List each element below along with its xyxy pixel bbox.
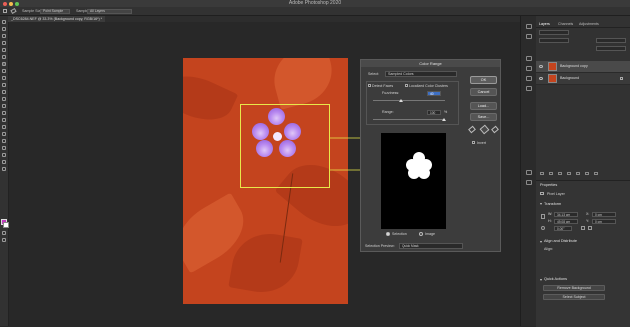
select-dropdown[interactable]: Sampled Colors — [385, 71, 457, 77]
select-subject-button[interactable]: Select Subject — [543, 294, 605, 300]
lock-icon — [620, 77, 623, 80]
color-range-dialog: Color Range Select: Sampled Colors Detec… — [360, 59, 501, 252]
y-label: Y: — [586, 219, 590, 223]
transform-heading[interactable]: Transform — [544, 202, 561, 207]
invert-label: Invert — [477, 140, 486, 145]
layer-thumbnail — [548, 74, 557, 83]
layer-name: Background copy — [560, 64, 588, 68]
layer-thumbnail — [548, 62, 557, 71]
select-dropdown-value: Sampled Colors — [388, 72, 414, 76]
brushes-panel-icon[interactable] — [526, 34, 532, 39]
link-proportions-icon[interactable] — [541, 214, 545, 219]
add-mask-icon[interactable] — [558, 172, 562, 175]
selection-preview[interactable] — [381, 133, 446, 229]
chevron-down-icon[interactable] — [540, 278, 542, 281]
selection-preview-label: Selection Preview: — [365, 244, 395, 248]
layer-actions-bar — [540, 172, 626, 176]
properties-title: Properties — [540, 183, 558, 187]
trash-icon[interactable] — [594, 172, 598, 175]
tab-layers[interactable]: Layers — [539, 21, 550, 27]
adjustment-layer-icon[interactable] — [567, 172, 571, 175]
link-layers-icon[interactable] — [540, 172, 544, 175]
save-button[interactable]: Save... — [470, 113, 497, 121]
layer-row[interactable]: Background — [536, 73, 630, 85]
pixel-layer-label: Pixel Layer — [547, 192, 565, 196]
properties-panel-icon[interactable] — [526, 170, 532, 175]
detect-faces-checkbox[interactable] — [368, 84, 371, 87]
w-label: W: — [548, 212, 553, 216]
x-field[interactable]: 0 cm — [592, 211, 616, 217]
dialog-title: Color Range — [361, 60, 500, 67]
layer-name: Background — [560, 76, 580, 80]
color-panel-icon[interactable] — [526, 56, 532, 61]
visibility-eye-icon[interactable] — [539, 65, 543, 68]
preview-flower-mask — [406, 152, 432, 179]
cancel-button[interactable]: Cancel — [470, 88, 497, 96]
fuzziness-input[interactable]: 40 — [427, 90, 441, 96]
height-field[interactable]: 49.08 cm — [554, 218, 578, 224]
swatches-panel-icon[interactable] — [526, 66, 532, 71]
chevron-down-icon[interactable] — [540, 240, 542, 243]
ok-button[interactable]: OK — [470, 76, 497, 84]
selection-preview-dropdown[interactable]: Quick Mask — [399, 243, 463, 249]
align-label: Align: — [544, 247, 553, 251]
chevron-down-icon[interactable] — [540, 203, 542, 205]
flip-horizontal-icon[interactable] — [581, 226, 585, 230]
y-field[interactable]: 0 cm — [592, 218, 616, 224]
image-radio[interactable] — [419, 232, 423, 236]
width-field[interactable]: 34.13 cm — [554, 211, 578, 217]
tab-adjustments[interactable]: Adjustments — [579, 21, 599, 27]
range-unit: % — [444, 110, 448, 114]
fill-field[interactable] — [596, 46, 626, 51]
eyedropper-plus-icon[interactable] — [479, 124, 490, 135]
flip-vertical-icon[interactable] — [588, 226, 592, 230]
adjustments-panel-icon[interactable] — [526, 180, 532, 185]
range-slider-handle[interactable] — [442, 118, 446, 121]
layer-row[interactable]: Background copy — [536, 61, 630, 73]
new-layer-icon[interactable] — [585, 172, 589, 175]
align-distribute-heading[interactable]: Align and Distribute — [544, 239, 577, 244]
quick-actions-heading[interactable]: Quick Actions — [544, 277, 567, 282]
paragraph-panel-icon[interactable] — [526, 86, 532, 91]
selection-preview-dropdown-value: Quick Mask — [402, 244, 419, 248]
eyedropper-icon[interactable] — [468, 125, 476, 134]
layer-style-icon[interactable] — [549, 172, 553, 175]
rotate-icon — [541, 226, 545, 230]
visibility-eye-icon[interactable] — [539, 77, 543, 80]
range-input[interactable]: 100 — [427, 109, 441, 115]
opacity-field[interactable] — [596, 38, 626, 43]
pixel-layer-icon — [540, 192, 544, 195]
localized-clusters-label: Localized Color Clusters — [409, 83, 448, 88]
selection-radio-label: Selection — [392, 232, 407, 236]
blend-mode-dropdown[interactable] — [539, 38, 569, 43]
libraries-panel-icon[interactable] — [526, 76, 532, 81]
eyedropper-minus-icon[interactable] — [491, 125, 499, 134]
tab-channels[interactable]: Channels — [558, 21, 573, 27]
h-label: H: — [548, 219, 552, 223]
range-slider-track[interactable] — [373, 119, 445, 120]
image-radio-label: Image — [425, 232, 435, 236]
selection-radio[interactable] — [386, 232, 390, 236]
localized-clusters-checkbox[interactable] — [405, 84, 408, 87]
x-label: X: — [586, 212, 590, 216]
layers-panel-tabs: Layers Channels Adjustments — [536, 21, 630, 28]
properties-panel: Properties Pixel Layer Transform W: 34.1… — [536, 180, 630, 327]
fuzziness-label: Fuzziness: — [382, 91, 400, 95]
load-button[interactable]: Load... — [470, 102, 497, 110]
detect-faces-label: Detect Faces — [372, 83, 394, 88]
group-icon[interactable] — [576, 172, 580, 175]
angle-field[interactable]: 0.00° — [554, 225, 572, 231]
select-label: Select: — [368, 72, 379, 76]
layer-filter-dropdown[interactable] — [539, 30, 569, 35]
range-label: Range: — [382, 110, 394, 114]
fuzziness-slider-handle[interactable] — [399, 99, 403, 102]
invert-checkbox[interactable] — [472, 141, 475, 144]
history-panel-icon[interactable] — [526, 24, 532, 29]
remove-background-button[interactable]: Remove Background — [543, 285, 605, 291]
fuzziness-slider-track[interactable] — [373, 100, 445, 101]
